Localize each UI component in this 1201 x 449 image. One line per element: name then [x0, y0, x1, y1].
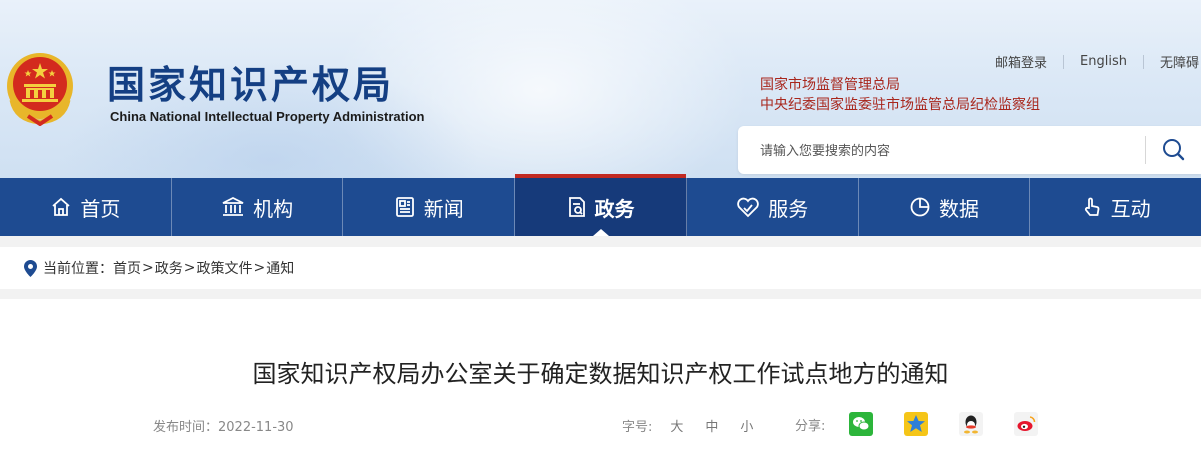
accessibility-link[interactable]: 无障碍: [1144, 52, 1201, 71]
font-size-small[interactable]: 小: [740, 416, 753, 435]
nav-label: 服务: [768, 196, 809, 221]
search-icon: [1163, 139, 1185, 161]
breadcrumb-policy-docs[interactable]: 政策文件: [196, 258, 252, 278]
related-links: 国家市场监督管理总局 中央纪委国家监委驻市场监管总局纪检监察组: [760, 75, 1040, 115]
main-nav: 首页 机构 新闻 政务 服务 数据 互动: [0, 174, 1201, 236]
nav-label: 政务: [594, 196, 635, 221]
wechat-icon[interactable]: [849, 412, 874, 436]
publish-date-label: 发布时间：: [153, 420, 219, 435]
publish-date: 发布时间：2022-11-30: [153, 416, 294, 435]
share-bar: 分享:: [795, 412, 1039, 436]
nav-label: 机构: [253, 196, 294, 221]
nav-item-home[interactable]: 首页: [0, 178, 172, 236]
nav-label: 数据: [938, 196, 979, 221]
breadcrumb-notice[interactable]: 通知: [266, 258, 294, 278]
article-panel: 国家知识产权局办公室关于确定数据知识产权工作试点地方的通知 发布时间：2022-…: [0, 299, 1201, 449]
breadcrumb-home[interactable]: 首页: [113, 258, 141, 278]
nav-item-service[interactable]: 服务: [687, 178, 859, 236]
search-box: [738, 126, 1201, 174]
search-input[interactable]: [758, 140, 1122, 162]
site-title: 国家知识产权局: [107, 62, 395, 107]
english-link[interactable]: English: [1064, 54, 1143, 69]
weibo-icon[interactable]: [1014, 412, 1039, 436]
article-title: 国家知识产权局办公室关于确定数据知识产权工作试点地方的通知: [252, 360, 949, 388]
site-subtitle: China National Intellectual Property Adm…: [110, 109, 425, 124]
breadcrumb-separator: >: [142, 260, 154, 276]
font-size-medium[interactable]: 中: [705, 416, 718, 435]
breadcrumb: 当前位置： 首页 > 政务 > 政策文件 > 通知: [0, 247, 1201, 289]
share-label: 分享:: [795, 418, 826, 434]
home-icon: [52, 197, 70, 216]
qq-icon[interactable]: [959, 412, 984, 436]
nav-item-news[interactable]: 新闻: [343, 178, 516, 236]
top-links: 邮箱登录 English 无障碍: [979, 52, 1201, 71]
font-size-label: 字号:: [622, 420, 653, 435]
affairs-icon: [568, 197, 585, 217]
samr-link[interactable]: 国家市场监督管理总局: [760, 75, 1040, 95]
nav-label: 新闻: [423, 196, 464, 221]
national-emblem-icon: [7, 53, 73, 126]
news-icon: [395, 197, 414, 217]
institution-icon: [222, 196, 244, 216]
font-size-large[interactable]: 大: [670, 416, 683, 435]
mail-login-link[interactable]: 邮箱登录: [979, 52, 1063, 71]
search-button[interactable]: [1154, 132, 1194, 168]
breadcrumb-separator: >: [253, 260, 266, 276]
breadcrumb-affairs[interactable]: 政务: [155, 258, 183, 278]
nav-item-affairs[interactable]: 政务: [515, 174, 687, 236]
discipline-inspection-link[interactable]: 中央纪委国家监委驻市场监管总局纪检监察组: [760, 95, 1040, 115]
font-size-control: 字号: 大 中 小: [622, 416, 753, 435]
breadcrumb-separator: >: [183, 260, 196, 276]
publish-date-value: 2022-11-30: [218, 420, 294, 435]
nav-item-interact[interactable]: 互动: [1030, 178, 1201, 236]
service-icon: [737, 197, 760, 218]
search-divider: [1145, 136, 1146, 164]
breadcrumb-prefix: 当前位置：: [43, 261, 113, 277]
data-icon: [910, 197, 930, 217]
nav-label: 首页: [80, 196, 121, 221]
qzone-icon[interactable]: [904, 412, 929, 436]
location-pin-icon: [24, 259, 37, 277]
interact-icon: [1084, 197, 1100, 216]
nav-item-data[interactable]: 数据: [859, 178, 1031, 236]
nav-item-institution[interactable]: 机构: [172, 178, 344, 236]
site-header: 国家知识产权局 China National Intellectual Prop…: [0, 0, 1201, 178]
nav-label: 互动: [1110, 196, 1151, 221]
